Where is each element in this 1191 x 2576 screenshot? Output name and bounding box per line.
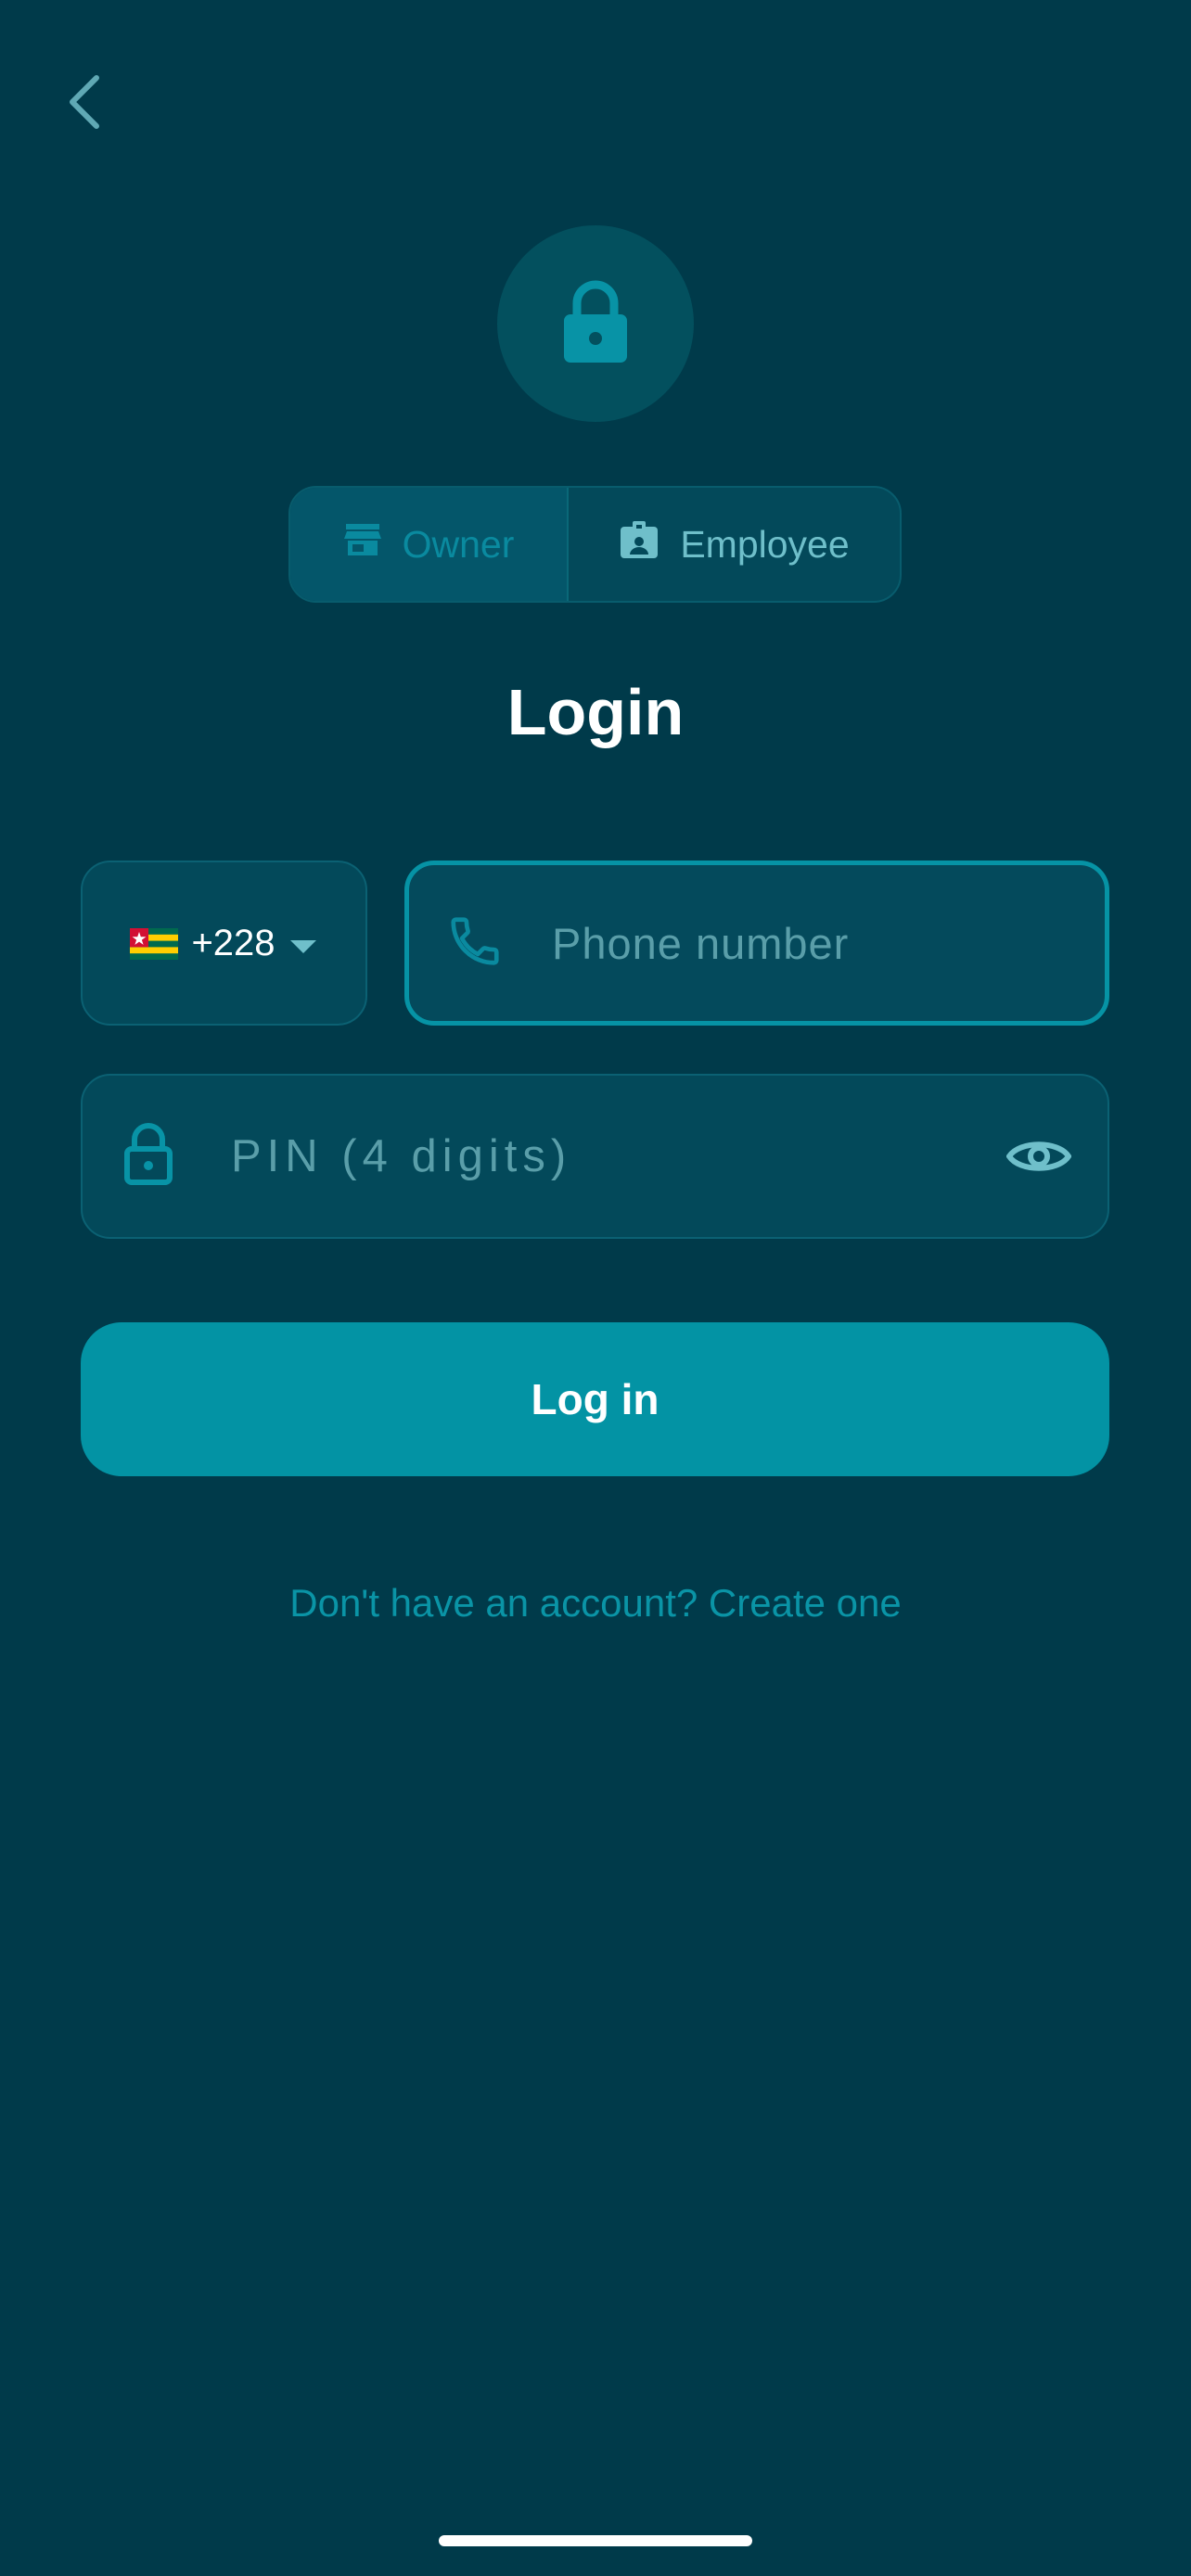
- role-employee-tab[interactable]: Employee: [569, 488, 900, 601]
- lock-badge: [497, 225, 694, 422]
- store-icon: [343, 522, 382, 567]
- lock-icon: [562, 279, 629, 369]
- create-account-link[interactable]: Don't have an account? Create one: [0, 1581, 1191, 1626]
- pin-placeholder: PIN (4 digits): [231, 1131, 572, 1181]
- home-indicator: [439, 2535, 752, 2546]
- role-toggle: Owner Employee: [288, 486, 902, 603]
- phone-placeholder: Phone number: [552, 918, 850, 968]
- eye-icon[interactable]: [1004, 1121, 1074, 1192]
- back-button[interactable]: [46, 67, 121, 141]
- chevron-left-icon: [63, 72, 104, 136]
- role-employee-label: Employee: [680, 522, 850, 566]
- role-owner-label: Owner: [402, 522, 515, 566]
- phone-icon: [446, 912, 504, 975]
- togo-flag-icon: [130, 927, 179, 960]
- lock-icon: [123, 1122, 173, 1191]
- caret-down-icon: [288, 923, 318, 964]
- login-button[interactable]: Log in: [81, 1322, 1109, 1476]
- page-title: Login: [506, 676, 685, 748]
- country-code-value: +228: [191, 922, 275, 963]
- pin-input[interactable]: PIN (4 digits): [81, 1074, 1109, 1239]
- phone-input[interactable]: Phone number: [404, 861, 1109, 1026]
- role-owner-tab[interactable]: Owner: [290, 488, 567, 601]
- badge-icon: [619, 519, 660, 569]
- country-code-select[interactable]: +228: [81, 861, 367, 1026]
